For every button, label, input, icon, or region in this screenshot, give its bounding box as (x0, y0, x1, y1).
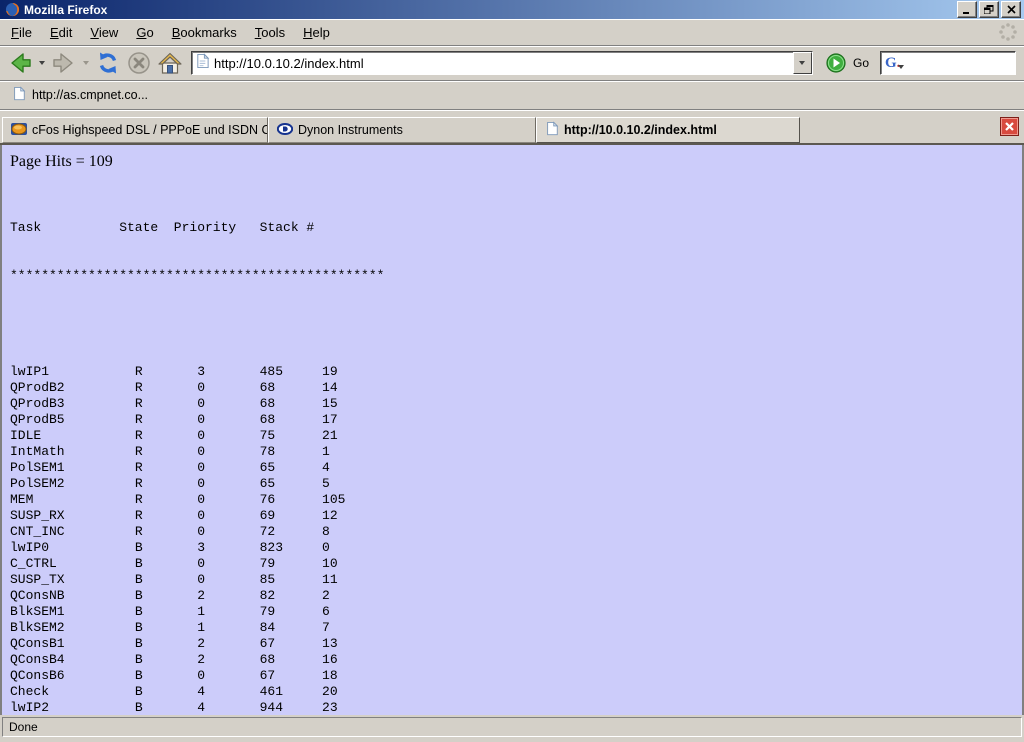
throbber-icon (998, 22, 1018, 42)
url-bar[interactable] (191, 51, 813, 75)
close-button[interactable] (1001, 1, 1021, 18)
reload-icon (95, 50, 121, 76)
bookmarks-bar: http://as.cmpnet.co... (0, 81, 1024, 110)
back-button[interactable] (6, 49, 34, 77)
table-row: CheckB446120 (10, 684, 1022, 700)
table-row: SUSP_RXR06912 (10, 508, 1022, 524)
menu-bar: File Edit View Go Bookmarks Tools Help (0, 19, 1024, 46)
go-button[interactable] (826, 53, 846, 73)
dynon-icon (277, 121, 293, 140)
search-bar[interactable]: G. (880, 51, 1016, 75)
table-header: TaskStatePriorityStack # (10, 220, 1022, 236)
back-icon (7, 50, 33, 76)
forward-icon (51, 50, 77, 76)
table-row: IDLER07521 (10, 428, 1022, 444)
table-row: QConsB1B26713 (10, 636, 1022, 652)
table-row: lwIP0B38230 (10, 540, 1022, 556)
table-row: MEMR076105 (10, 492, 1022, 508)
table-row: QProdB2R06814 (10, 380, 1022, 396)
menu-edit[interactable]: Edit (43, 22, 79, 43)
tab-cfos[interactable]: cFos Highspeed DSL / PPPoE und ISDN CAP.… (2, 117, 268, 143)
table-row: C_CTRLB07910 (10, 556, 1022, 572)
menu-view[interactable]: View (83, 22, 125, 43)
go-label[interactable]: Go (853, 56, 869, 70)
home-icon (157, 50, 183, 76)
table-separator: ****************************************… (10, 268, 1022, 284)
tab-index-html[interactable]: http://10.0.10.2/index.html (536, 117, 800, 143)
table-row: QConsB6B06718 (10, 668, 1022, 684)
tab-label: http://10.0.10.2/index.html (564, 123, 717, 137)
table-row: CNT_INCR0728 (10, 524, 1022, 540)
back-dropdown-arrow[interactable] (39, 61, 45, 65)
menu-tools[interactable]: Tools (248, 22, 292, 43)
bookmark-item[interactable]: http://as.cmpnet.co... (8, 84, 152, 106)
search-input[interactable] (906, 54, 1024, 72)
nav-toolbar: Go G. (0, 46, 1024, 81)
table-row: BlkSEM1B1796 (10, 604, 1022, 620)
table-row: PolSEM2R0655 (10, 476, 1022, 492)
url-dropdown-button[interactable] (793, 52, 812, 74)
window-controls (957, 1, 1021, 18)
table-row: BlkSEM2B1847 (10, 620, 1022, 636)
search-engine-dropdown-arrow[interactable] (898, 65, 904, 69)
restore-button[interactable] (979, 1, 999, 18)
table-row: SUSP_TXB08511 (10, 572, 1022, 588)
title-bar: Mozilla Firefox (0, 0, 1024, 19)
tab-strip: cFos Highspeed DSL / PPPoE und ISDN CAP.… (0, 110, 1024, 145)
menu-bookmarks[interactable]: Bookmarks (165, 22, 244, 43)
url-input[interactable] (214, 54, 793, 72)
bookmark-label: http://as.cmpnet.co... (32, 88, 148, 102)
page-icon (12, 86, 26, 104)
table-row: QProdB3R06815 (10, 396, 1022, 412)
table-row: QConsNBB2822 (10, 588, 1022, 604)
go-icon (826, 53, 846, 73)
table-row: PolSEM1R0654 (10, 460, 1022, 476)
minimize-button[interactable] (957, 1, 977, 18)
browser-window: Mozilla Firefox File Edit View Go Bookma… (0, 0, 1024, 742)
tab-label: cFos Highspeed DSL / PPPoE und ISDN CAP.… (32, 123, 268, 137)
home-button[interactable] (156, 49, 184, 77)
stop-button[interactable] (125, 49, 153, 77)
table-row: lwIP2B494423 (10, 700, 1022, 715)
page-hits: Page Hits = 109 (10, 153, 1022, 171)
close-icon (1005, 122, 1014, 131)
stop-icon (126, 50, 152, 76)
close-tab-button[interactable] (1000, 117, 1019, 136)
task-table-rows: lwIP1R348519QProdB2R06814QProdB3R06815QP… (10, 364, 1022, 715)
forward-button[interactable] (50, 49, 78, 77)
page-icon (195, 53, 210, 74)
forward-dropdown-arrow[interactable] (83, 61, 89, 65)
reload-button[interactable] (94, 49, 122, 77)
table-row: lwIP1R348519 (10, 364, 1022, 380)
menu-file[interactable]: File (4, 22, 39, 43)
status-text: Done (9, 720, 38, 734)
menu-go[interactable]: Go (129, 22, 160, 43)
content-area: Page Hits = 109 TaskStatePriorityStack #… (0, 145, 1024, 715)
window-title: Mozilla Firefox (24, 3, 957, 17)
table-row: IntMathR0781 (10, 444, 1022, 460)
tab-label: Dynon Instruments (298, 123, 403, 137)
table-row: QProdB5R06817 (10, 412, 1022, 428)
page-icon (545, 121, 559, 139)
task-table: TaskStatePriorityStack # ***************… (10, 188, 1022, 715)
table-row: QConsB4B26816 (10, 652, 1022, 668)
tab-dynon[interactable]: Dynon Instruments (268, 117, 536, 143)
cfos-icon (11, 121, 27, 140)
firefox-logo-icon (5, 2, 20, 17)
menu-help[interactable]: Help (296, 22, 337, 43)
status-bar: Done (0, 715, 1024, 742)
